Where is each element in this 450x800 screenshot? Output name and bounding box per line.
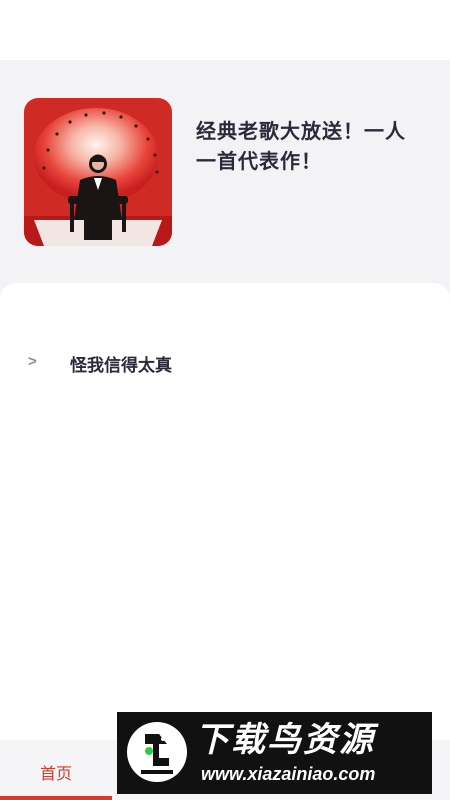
song-list-item[interactable]: > 怪我信得太真 [0, 345, 450, 381]
watermark-url: www.xiazainiao.com [201, 764, 376, 784]
tab-home-label: 首页 [39, 766, 72, 783]
watermark-site-name: 下载鸟资源 [195, 721, 375, 759]
chevron-right-icon: > [28, 353, 37, 370]
album-title: 经典老歌大放送！一人一首代表作！ [196, 121, 406, 173]
watermark-banner: 下载鸟资源 www.xiazainiao.com [117, 712, 432, 794]
album-cover-image [24, 98, 172, 246]
app-screen: 经典老歌大放送！一人一首代表作！ > 怪我信得太真 首页 下载鸟资源 www.x… [0, 0, 450, 800]
bird-logo-icon [127, 722, 187, 782]
tab-home[interactable]: 首页 [0, 740, 112, 800]
status-bar-area [0, 0, 450, 60]
song-title: 怪我信得太真 [70, 356, 172, 375]
album-cover[interactable] [24, 98, 172, 246]
tab-active-indicator [0, 796, 112, 800]
